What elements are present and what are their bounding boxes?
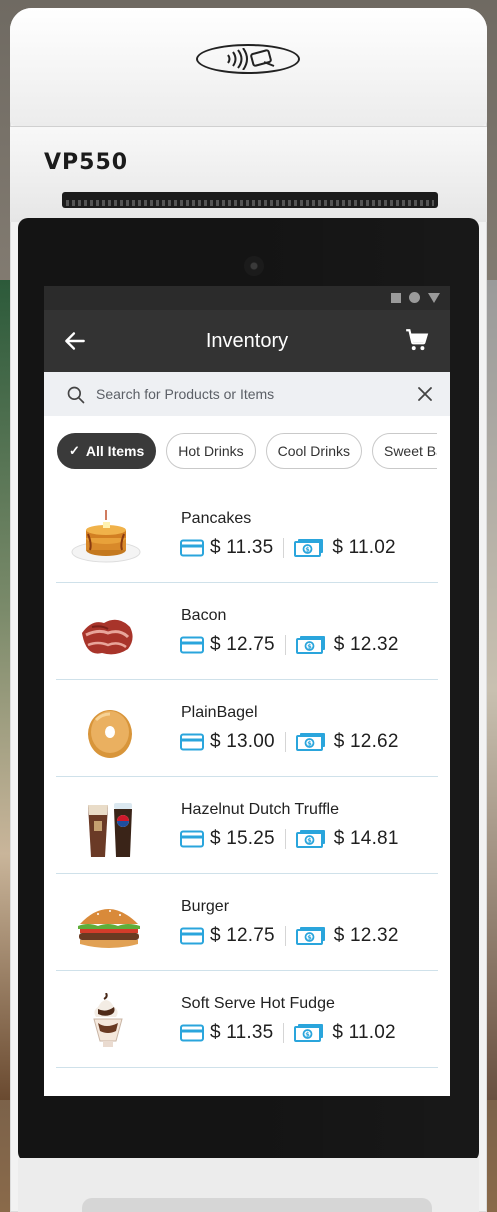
search-icon [67, 386, 85, 404]
card-price: $ 11.35 [210, 1022, 274, 1043]
search-bar [44, 372, 450, 416]
back-button[interactable] [62, 328, 88, 354]
cash-price: $ 11.02 [332, 1022, 396, 1043]
page-title: Inventory [205, 329, 289, 352]
svg-text:$: $ [306, 546, 311, 554]
price-row: $ 13.00 $ $ 12.62 [180, 731, 399, 753]
filter-chips: ✓ All Items Hot Drinks Cool Drinks Sweet… [44, 416, 437, 486]
item-name: Burger [181, 898, 230, 915]
cash-price: $ 11.02 [332, 537, 396, 558]
filter-chip-hot-drinks[interactable]: Hot Drinks [166, 433, 256, 469]
camera-icon [244, 256, 264, 276]
filter-chip-cool-drinks[interactable]: Cool Drinks [265, 433, 362, 469]
card-price: $ 12.75 [210, 925, 275, 946]
price-row: $ 12.75 $ $ 12.32 [180, 925, 399, 947]
terminal-top [10, 8, 487, 126]
item-name: Pancakes [181, 510, 252, 527]
cash-price: $ 12.32 [333, 925, 399, 946]
status-bar [44, 286, 450, 310]
pancakes-image [71, 510, 141, 563]
card-icon [180, 927, 204, 945]
card-icon [180, 539, 204, 557]
card-price: $ 15.25 [210, 828, 275, 849]
burger-image [78, 909, 140, 948]
list-item[interactable]: PlainBagel $ 13.00 $ $ 12.62 [56, 680, 438, 777]
app-bar: Inventory [44, 310, 450, 372]
svg-text:$: $ [307, 740, 312, 748]
list-item[interactable]: Soft Serve Hot Fudge $ 11.35 $ $ 11.02 [56, 971, 438, 1068]
list-item[interactable]: Pancakes $ 11.35 $ $ 11.02 [56, 486, 438, 583]
item-name: Soft Serve Hot Fudge [181, 995, 335, 1012]
cash-price: $ 12.32 [333, 634, 399, 655]
square-icon [391, 292, 401, 303]
cart-icon [406, 329, 429, 351]
model-label: VP550 [44, 150, 129, 175]
app-screen: Inventory ✓ All Items Hot Drinks [44, 286, 450, 1096]
item-name: PlainBagel [181, 704, 258, 721]
circle-icon [409, 292, 420, 303]
price-row: $ 11.35 $ $ 11.02 [180, 537, 396, 559]
contactless-payment-icon [196, 44, 300, 74]
card-price: $ 11.35 [210, 537, 274, 558]
list-item[interactable]: Hazelnut Dutch Truffle $ 15.25 $ $ 14.81 [56, 777, 438, 874]
price-row: $ 11.35 $ $ 11.02 [180, 1022, 396, 1044]
filter-chip-sweet-bal[interactable]: Sweet Bal [371, 433, 437, 469]
card-price: $ 12.75 [210, 634, 275, 655]
item-name: Bacon [181, 607, 227, 624]
card-icon [180, 733, 204, 751]
svg-text:$: $ [307, 837, 312, 845]
svg-text:$: $ [306, 1031, 311, 1039]
item-name: Hazelnut Dutch Truffle [181, 801, 340, 818]
back-arrow-icon [65, 332, 85, 350]
check-icon: ✓ [69, 443, 80, 458]
cash-price: $ 14.81 [333, 828, 399, 849]
sundae-image [93, 993, 123, 1047]
drinks-image [88, 803, 132, 857]
price-row: $ 12.75 $ $ 12.32 [180, 634, 399, 656]
svg-text:$: $ [307, 643, 312, 651]
card-icon [180, 1024, 204, 1042]
list-item[interactable]: Bacon $ 12.75 $ $ 12.32 [56, 583, 438, 680]
card-icon [180, 830, 204, 848]
cash-icon: $ [295, 733, 325, 751]
cash-price: $ 12.62 [333, 731, 399, 752]
product-list: Pancakes $ 11.35 $ $ 11.02 Bacon $ 12.75… [44, 486, 450, 1068]
card-price: $ 13.00 [210, 731, 275, 752]
cash-icon: $ [294, 539, 324, 557]
card-icon [180, 636, 204, 654]
cash-icon: $ [294, 1024, 324, 1042]
cart-button[interactable] [404, 327, 430, 353]
cash-icon: $ [295, 830, 325, 848]
bacon-image [82, 619, 133, 655]
price-row: $ 15.25 $ $ 14.81 [180, 828, 399, 850]
bagel-image [88, 710, 132, 758]
search-input[interactable] [96, 380, 396, 408]
filter-chip-all-items[interactable]: ✓ All Items [57, 433, 157, 469]
triangle-icon [428, 292, 440, 303]
terminal-bottom [18, 1158, 479, 1212]
svg-text:$: $ [307, 934, 312, 942]
cash-icon: $ [295, 636, 325, 654]
paper-slot [62, 192, 438, 208]
cash-icon: $ [295, 927, 325, 945]
list-item[interactable]: Burger $ 12.75 $ $ 12.32 [56, 874, 438, 971]
close-icon[interactable] [418, 387, 432, 401]
